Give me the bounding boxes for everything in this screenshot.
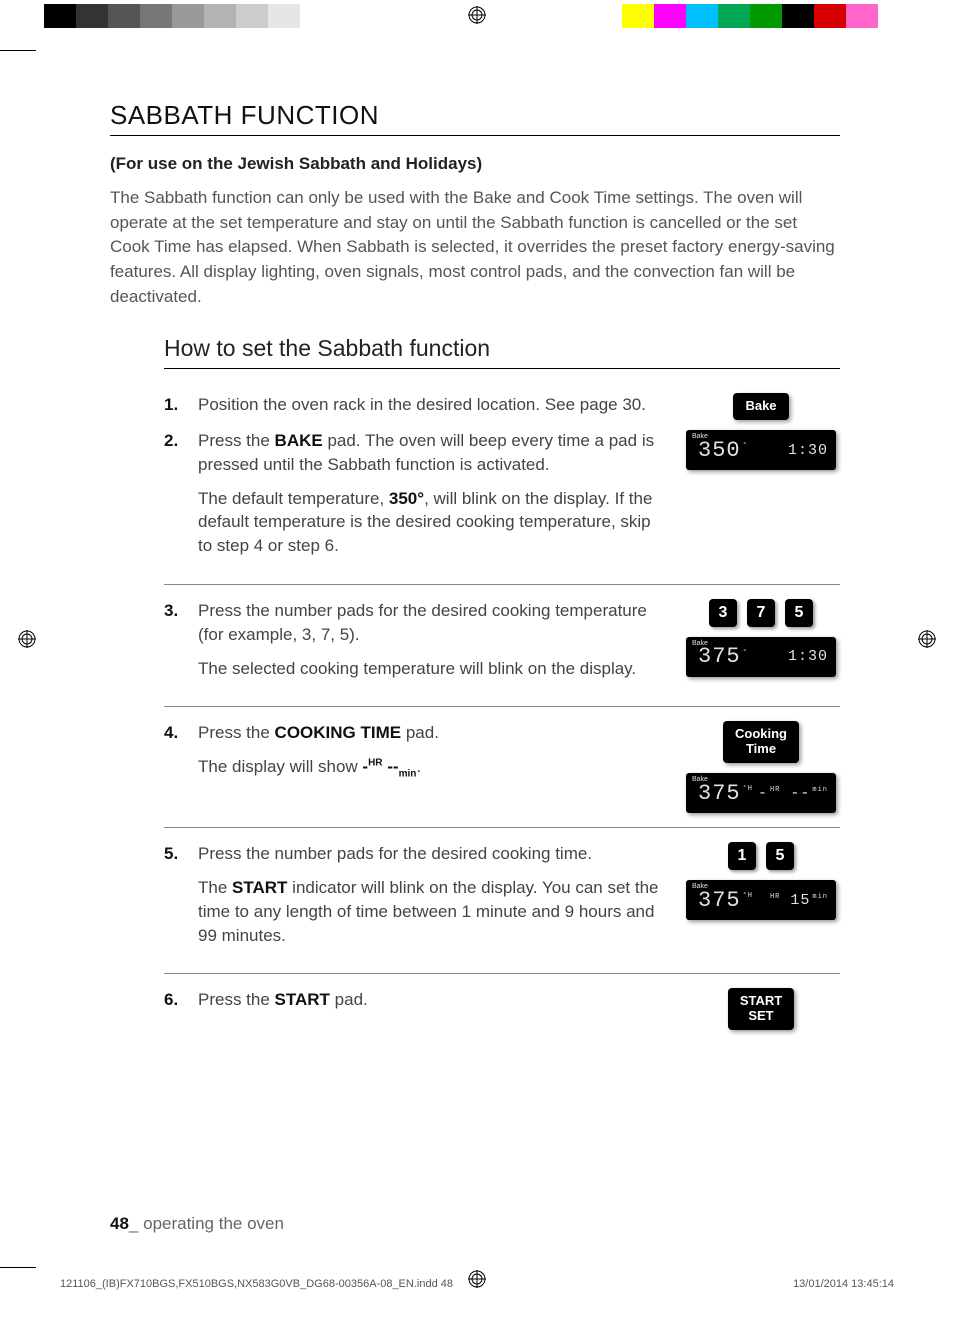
subheading: How to set the Sabbath function [164, 335, 840, 369]
print-job-info: 121106_(IB)FX710BGS,FX510BGS,NX583G0VB_D… [60, 1278, 894, 1290]
crop-mark [0, 1267, 36, 1268]
step-6: 6. Press the START pad. [164, 988, 664, 1012]
step-text: Position the oven rack in the desired lo… [198, 395, 646, 414]
color-swatch [622, 4, 654, 28]
step-text: Press the number pads for the desired co… [198, 601, 647, 644]
keyword-start: START [275, 990, 330, 1009]
registration-mark-icon [468, 6, 486, 24]
numpad-key-button[interactable]: 5 [766, 842, 794, 870]
section-subtitle: (For use on the Jewish Sabbath and Holid… [110, 154, 840, 174]
bake-pad-button[interactable]: Bake [733, 393, 788, 420]
step-subtext: The display will show -HR --min. [198, 755, 664, 781]
print-file-name: 121106_(IB)FX710BGS,FX510BGS,NX583G0VB_D… [60, 1278, 453, 1290]
step-number: 5. [164, 842, 178, 866]
page-number: 48 [110, 1214, 129, 1233]
step-5: 5. Press the number pads for the desired… [164, 842, 664, 947]
keyword-bake: BAKE [275, 431, 323, 450]
numpad-key-button[interactable]: 3 [709, 599, 737, 627]
color-swatch [686, 4, 718, 28]
page-content: SABBATH FUNCTION (For use on the Jewish … [110, 100, 840, 1044]
numpad-key-button[interactable]: 7 [747, 599, 775, 627]
step-text: Press the number pads for the desired co… [198, 844, 592, 863]
step-block-1-2: 1. Position the oven rack in the desired… [164, 393, 840, 584]
color-swatch [108, 4, 140, 28]
step-4: 4. Press the COOKING TIME pad. The displ… [164, 721, 664, 781]
step-subtext: The default temperature, 350°, will blin… [198, 487, 664, 558]
color-swatch [44, 4, 76, 28]
step-block-3: 3. Press the number pads for the desired… [164, 584, 840, 706]
keyword-temp: 350° [389, 489, 424, 508]
oven-display: Bake 375°H HR 15min [686, 880, 836, 920]
color-swatch [814, 4, 846, 28]
color-swatch [846, 4, 878, 28]
registration-mark-icon [18, 630, 36, 648]
step-block-6: 6. Press the START pad. STARTSET [164, 973, 840, 1044]
keyword-cooking-time: COOKING TIME [275, 723, 402, 742]
numpad-keys: 375 [709, 599, 813, 627]
color-swatch [76, 4, 108, 28]
color-swatch [782, 4, 814, 28]
oven-display: Bake 350° 1:30 [686, 430, 836, 470]
step-block-4: 4. Press the COOKING TIME pad. The displ… [164, 706, 840, 827]
step-2: 2. Press the BAKE pad. The oven will bee… [164, 429, 664, 558]
step-3: 3. Press the number pads for the desired… [164, 599, 664, 680]
numpad-keys: 15 [728, 842, 794, 870]
keyword-start: START [232, 878, 287, 897]
page-footer: 48_ operating the oven [110, 1214, 284, 1234]
color-swatch [300, 4, 332, 28]
step-number: 6. [164, 988, 178, 1012]
numpad-key-button[interactable]: 5 [785, 599, 813, 627]
section-title: SABBATH FUNCTION [110, 100, 840, 136]
step-number: 1. [164, 393, 178, 417]
oven-display: Bake 375°H -HR --min [686, 773, 836, 813]
color-swatch [140, 4, 172, 28]
color-swatch [236, 4, 268, 28]
start-set-pad-button[interactable]: STARTSET [728, 988, 794, 1030]
step-block-5: 5. Press the number pads for the desired… [164, 827, 840, 973]
numpad-key-button[interactable]: 1 [728, 842, 756, 870]
crop-mark [0, 50, 36, 51]
color-swatch [654, 4, 686, 28]
registration-mark-icon [918, 630, 936, 648]
print-timestamp: 13/01/2014 13:45:14 [793, 1278, 894, 1290]
oven-display: Bake 375° 1:30 [686, 637, 836, 677]
color-swatch [718, 4, 750, 28]
footer-label: operating the oven [143, 1214, 284, 1233]
step-text-part: Press the [198, 431, 275, 450]
color-swatch [204, 4, 236, 28]
step-number: 4. [164, 721, 178, 745]
step-number: 3. [164, 599, 178, 623]
step-subtext: The START indicator will blink on the di… [198, 876, 664, 947]
color-swatch [268, 4, 300, 28]
cooking-time-pad-button[interactable]: CookingTime [723, 721, 799, 763]
color-swatch [878, 4, 910, 28]
intro-paragraph: The Sabbath function can only be used wi… [110, 186, 840, 309]
step-1: 1. Position the oven rack in the desired… [164, 393, 664, 417]
step-subtext: The selected cooking temperature will bl… [198, 657, 664, 681]
color-swatch [172, 4, 204, 28]
step-number: 2. [164, 429, 178, 453]
color-swatch [750, 4, 782, 28]
